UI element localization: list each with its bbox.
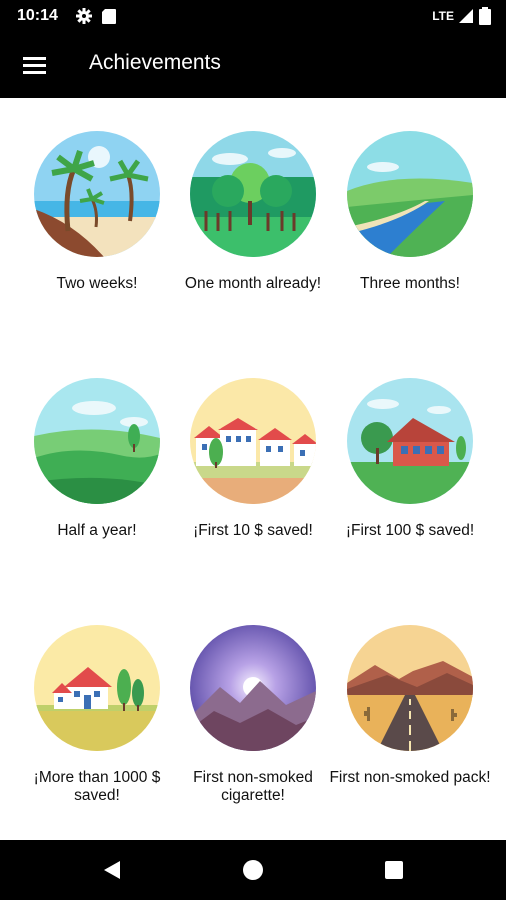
- achievement-card-more-than-1000-saved[interactable]: ¡More than 1000 $ saved!: [13, 625, 181, 805]
- achievement-card-first-non-smoked-cigarette[interactable]: First non-smoked cigarette!: [169, 625, 337, 805]
- achievement-label: First non-smoked cigarette!: [193, 769, 313, 804]
- menu-button[interactable]: [14, 46, 54, 84]
- mountain-moon-illustration: [190, 625, 316, 751]
- achievement-label: Two weeks!: [56, 275, 138, 292]
- back-button[interactable]: [100, 858, 124, 882]
- achievement-label: Half a year!: [57, 522, 137, 539]
- app-bar: Achievements: [0, 32, 506, 98]
- achievement-card-one-month[interactable]: One month already!: [169, 131, 337, 293]
- system-nav-bar: [0, 840, 506, 900]
- achievements-content: Two weeks! One month already! Three mont…: [0, 98, 506, 840]
- achievement-card-three-months[interactable]: Three months!: [326, 131, 494, 293]
- back-icon: [104, 861, 120, 879]
- page-title: Achievements: [89, 51, 221, 74]
- achievements-grid: Two weeks! One month already! Three mont…: [0, 98, 506, 840]
- home-button[interactable]: [241, 858, 265, 882]
- red-house-illustration: [347, 378, 473, 504]
- achievement-card-first-100-saved[interactable]: ¡First 100 $ saved!: [326, 378, 494, 540]
- desert-road-illustration: [347, 625, 473, 751]
- status-right-group: LTE: [432, 7, 492, 25]
- status-time: 10:14: [17, 7, 58, 24]
- achievement-label: ¡First 10 $ saved!: [193, 522, 313, 539]
- battery-icon: [479, 7, 491, 25]
- network-type: LTE: [432, 9, 454, 23]
- achievement-card-two-weeks[interactable]: Two weeks!: [13, 131, 181, 293]
- status-bar: 10:14 LTE: [0, 0, 506, 32]
- forest-illustration: [190, 131, 316, 257]
- achievement-label: First non-smoked pack!: [329, 769, 491, 786]
- achievement-card-first-10-saved[interactable]: ¡First 10 $ saved!: [169, 378, 337, 540]
- beach-palm-trees-illustration: [34, 131, 160, 257]
- achievement-card-first-non-smoked-pack[interactable]: First non-smoked pack!: [326, 625, 494, 787]
- home-icon: [243, 860, 263, 880]
- recents-icon: [385, 861, 403, 879]
- green-hills-illustration: [34, 378, 160, 504]
- signal-icon: [459, 9, 473, 23]
- achievement-label: One month already!: [184, 275, 322, 292]
- achievement-label: ¡More than 1000 $ saved!: [33, 769, 161, 804]
- recents-button[interactable]: [382, 858, 406, 882]
- status-notification-icons: [76, 8, 116, 24]
- hamburger-menu-icon: [23, 57, 46, 74]
- river-valley-illustration: [347, 131, 473, 257]
- house-trees-illustration: [34, 625, 160, 751]
- sd-card-icon: [102, 9, 116, 24]
- achievement-card-half-year[interactable]: Half a year!: [13, 378, 181, 540]
- achievement-label: Three months!: [360, 275, 460, 292]
- town-houses-illustration: [190, 378, 316, 504]
- achievement-label: ¡First 100 $ saved!: [345, 522, 475, 539]
- gear-icon: [76, 8, 92, 24]
